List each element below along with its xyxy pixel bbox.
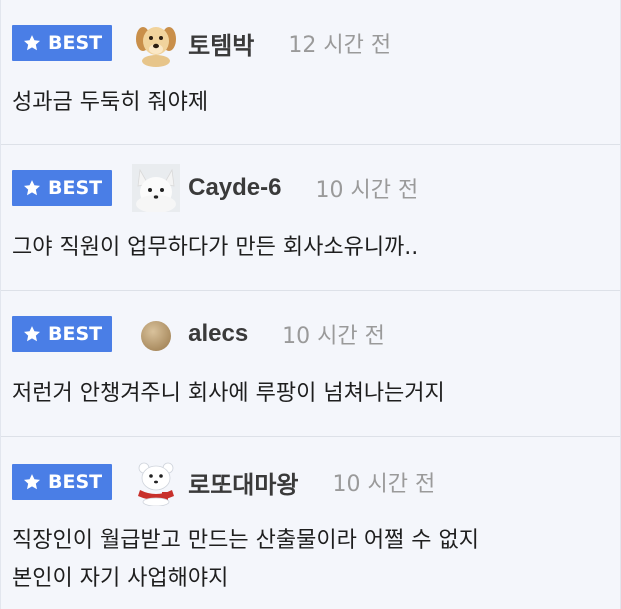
- comment-line: 저런거 안챙겨주니 회사에 루팡이 넘쳐나는거지: [12, 381, 445, 406]
- timestamp: 10 시간 전: [282, 324, 385, 349]
- star-icon: [24, 35, 40, 51]
- comment-item: BEST 로또대마왕 10 시간 전 직장인이 월급받고 만드는 산출물이라 어…: [1, 437, 620, 609]
- comment-text: 직장인이 월급받고 만드는 산출물이라 어쩔 수 없지 본인이 자기 사업해야지: [12, 522, 610, 598]
- comment-line: 직장인이 월급받고 만드는 산출물이라 어쩔 수 없지: [12, 528, 480, 553]
- comment-line: 성과금 두둑히 줘야제: [12, 90, 209, 115]
- bear-avatar-icon[interactable]: [132, 458, 180, 506]
- puppy-avatar-icon[interactable]: [132, 19, 180, 67]
- best-badge-label: BEST: [48, 471, 103, 493]
- comment-item: BEST 토템박 12 시간 전 성과금 두둑히 줘야제: [1, 0, 620, 145]
- comment-item: BEST Cayde-6 10 시간 전 그야 직원이 업무하다가 만든 회사소…: [1, 145, 620, 291]
- best-badge-label: BEST: [48, 323, 103, 345]
- comment-header: BEST Cayde-6 10 시간 전: [12, 164, 419, 212]
- timestamp: 12 시간 전: [288, 33, 392, 58]
- star-icon: [24, 474, 40, 490]
- comment-list: BEST 토템박 12 시간 전 성과금 두둑히 줘야제 BEST Cayde-…: [0, 0, 621, 609]
- comment-header: BEST 토템박 12 시간 전: [12, 19, 392, 67]
- circle-avatar-icon[interactable]: [132, 310, 180, 358]
- star-icon: [24, 326, 40, 342]
- comment-text: 성과금 두둑히 줘야제: [12, 84, 610, 122]
- timestamp: 10 시간 전: [332, 472, 436, 497]
- username[interactable]: 토템박: [188, 26, 254, 61]
- star-icon: [24, 180, 40, 196]
- username[interactable]: alecs: [188, 320, 248, 348]
- comment-line: 본인이 자기 사업해야지: [12, 566, 229, 591]
- fox-avatar-icon[interactable]: [132, 164, 181, 212]
- comment-text: 그야 직원이 업무하다가 만든 회사소유니까..: [12, 229, 610, 267]
- best-badge: BEST: [12, 464, 113, 500]
- username[interactable]: 로또대마왕: [188, 465, 298, 500]
- best-badge: BEST: [12, 316, 113, 352]
- best-badge: BEST: [12, 170, 113, 206]
- best-badge: BEST: [12, 25, 113, 61]
- comment-item: BEST alecs 10 시간 전 저런거 안챙겨주니 회사에 루팡이 넘쳐나…: [1, 291, 620, 437]
- comment-header: BEST 로또대마왕 10 시간 전: [12, 458, 436, 506]
- best-badge-label: BEST: [48, 32, 103, 54]
- comment-text: 저런거 안챙겨주니 회사에 루팡이 넘쳐나는거지: [12, 375, 610, 413]
- timestamp: 10 시간 전: [315, 178, 419, 203]
- comment-line: 그야 직원이 업무하다가 만든 회사소유니까..: [12, 235, 419, 260]
- best-badge-label: BEST: [48, 177, 103, 199]
- username[interactable]: Cayde-6: [188, 174, 281, 202]
- comment-header: BEST alecs 10 시간 전: [12, 311, 385, 357]
